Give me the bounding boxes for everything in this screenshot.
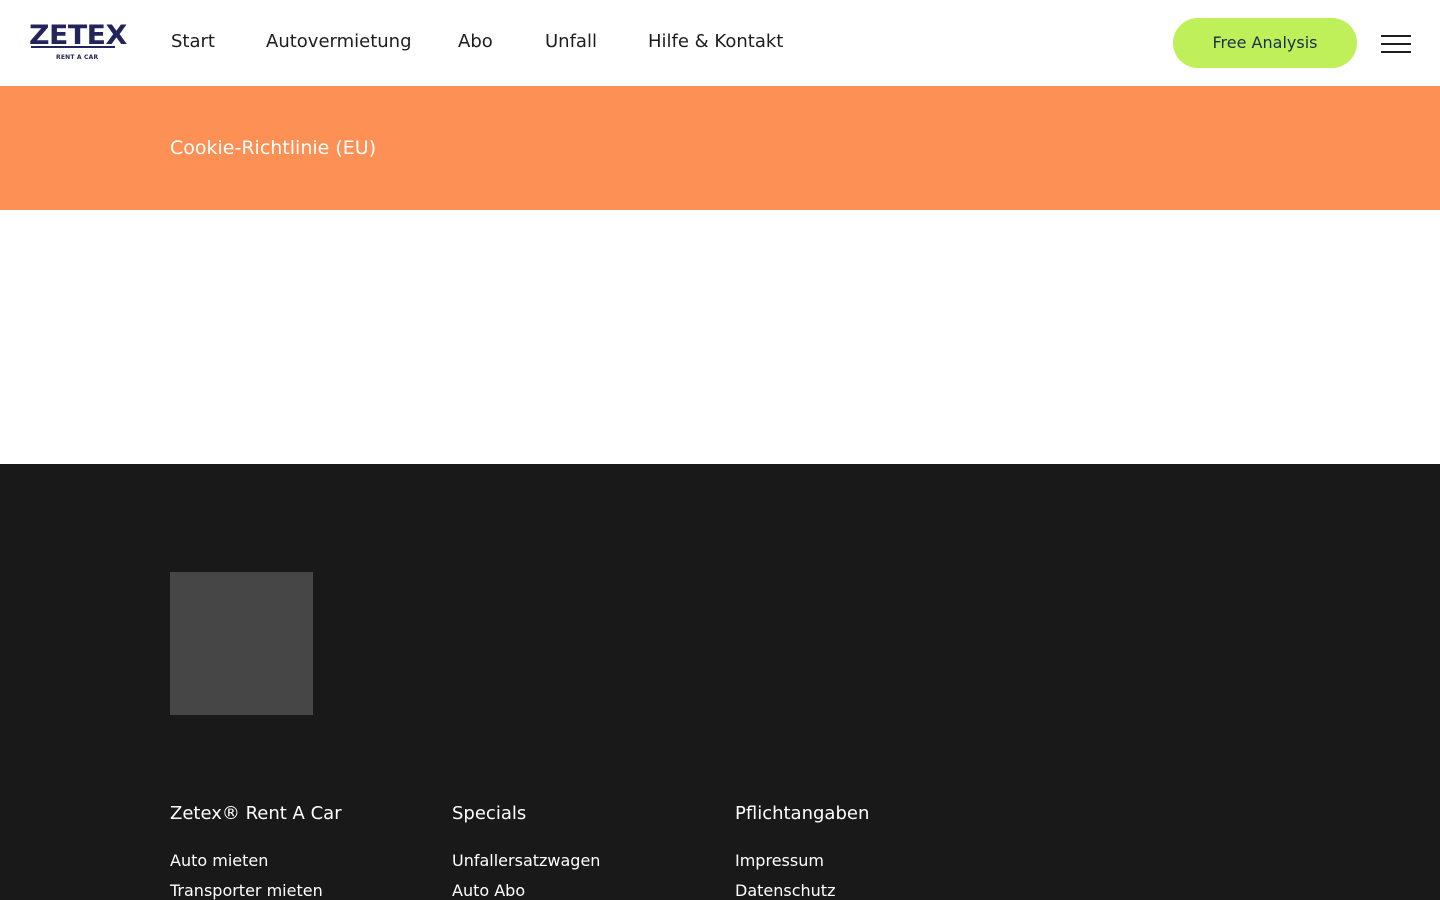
page-title-banner: Cookie-Richtlinie (EU): [0, 86, 1440, 210]
footer-link-auto-mieten[interactable]: Auto mieten: [170, 846, 430, 876]
nav-link-start[interactable]: Start: [171, 30, 215, 54]
nav-link-autovermietung[interactable]: Autovermietung: [266, 30, 412, 54]
site-header: ZETEX RENT A CAR Start Autovermietung Ab…: [0, 0, 1440, 86]
footer-logo-placeholder: [170, 572, 313, 715]
footer-column-zetex: Zetex® Rent A Car Auto mieten Transporte…: [170, 802, 430, 900]
footer-link-auto-abo[interactable]: Auto Abo: [452, 876, 712, 900]
footer-column-pflichtangaben: Pflichtangaben Impressum Datenschutz: [735, 802, 995, 900]
page-content: [0, 210, 1440, 464]
footer-link-transporter-mieten[interactable]: Transporter mieten: [170, 876, 430, 900]
footer-heading: Zetex® Rent A Car: [170, 803, 342, 824]
site-footer: Zetex® Rent A Car Auto mieten Transporte…: [0, 464, 1440, 900]
page-title: Cookie-Richtlinie (EU): [170, 137, 377, 159]
footer-column-specials: Specials Unfallersatzwagen Auto Abo: [452, 802, 712, 900]
logo-subtext: RENT A CAR: [56, 54, 99, 61]
free-analysis-button[interactable]: Free Analysis: [1173, 18, 1357, 68]
footer-heading: Specials: [452, 803, 527, 824]
footer-link-datenschutz[interactable]: Datenschutz: [735, 876, 995, 900]
zetex-logo[interactable]: ZETEX RENT A CAR: [29, 22, 127, 62]
footer-link-impressum[interactable]: Impressum: [735, 846, 995, 876]
nav-link-hilfe-kontakt[interactable]: Hilfe & Kontakt: [648, 30, 783, 54]
logo-stripe: [31, 46, 115, 48]
nav-link-unfall[interactable]: Unfall: [545, 30, 597, 54]
footer-heading: Pflichtangaben: [735, 803, 870, 824]
footer-link-unfallersatzwagen[interactable]: Unfallersatzwagen: [452, 846, 712, 876]
nav-link-abo[interactable]: Abo: [458, 30, 493, 54]
hamburger-menu-icon[interactable]: [1381, 35, 1411, 53]
